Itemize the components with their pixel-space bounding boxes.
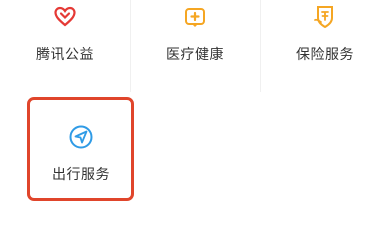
service-travel[interactable]: 出行服务 (16, 0, 146, 183)
services-grid: 腾讯公益 医疗健康 保险服务 出行服务 (0, 0, 390, 225)
medical-kit-icon (182, 4, 208, 30)
service-insurance[interactable]: 保险服务 (260, 0, 390, 92)
insurance-shield-icon (312, 4, 338, 30)
service-medical-health[interactable]: 医疗健康 (130, 0, 260, 92)
highlight-box (27, 97, 134, 201)
service-label: 保险服务 (296, 47, 354, 63)
service-label: 医疗健康 (166, 47, 224, 63)
